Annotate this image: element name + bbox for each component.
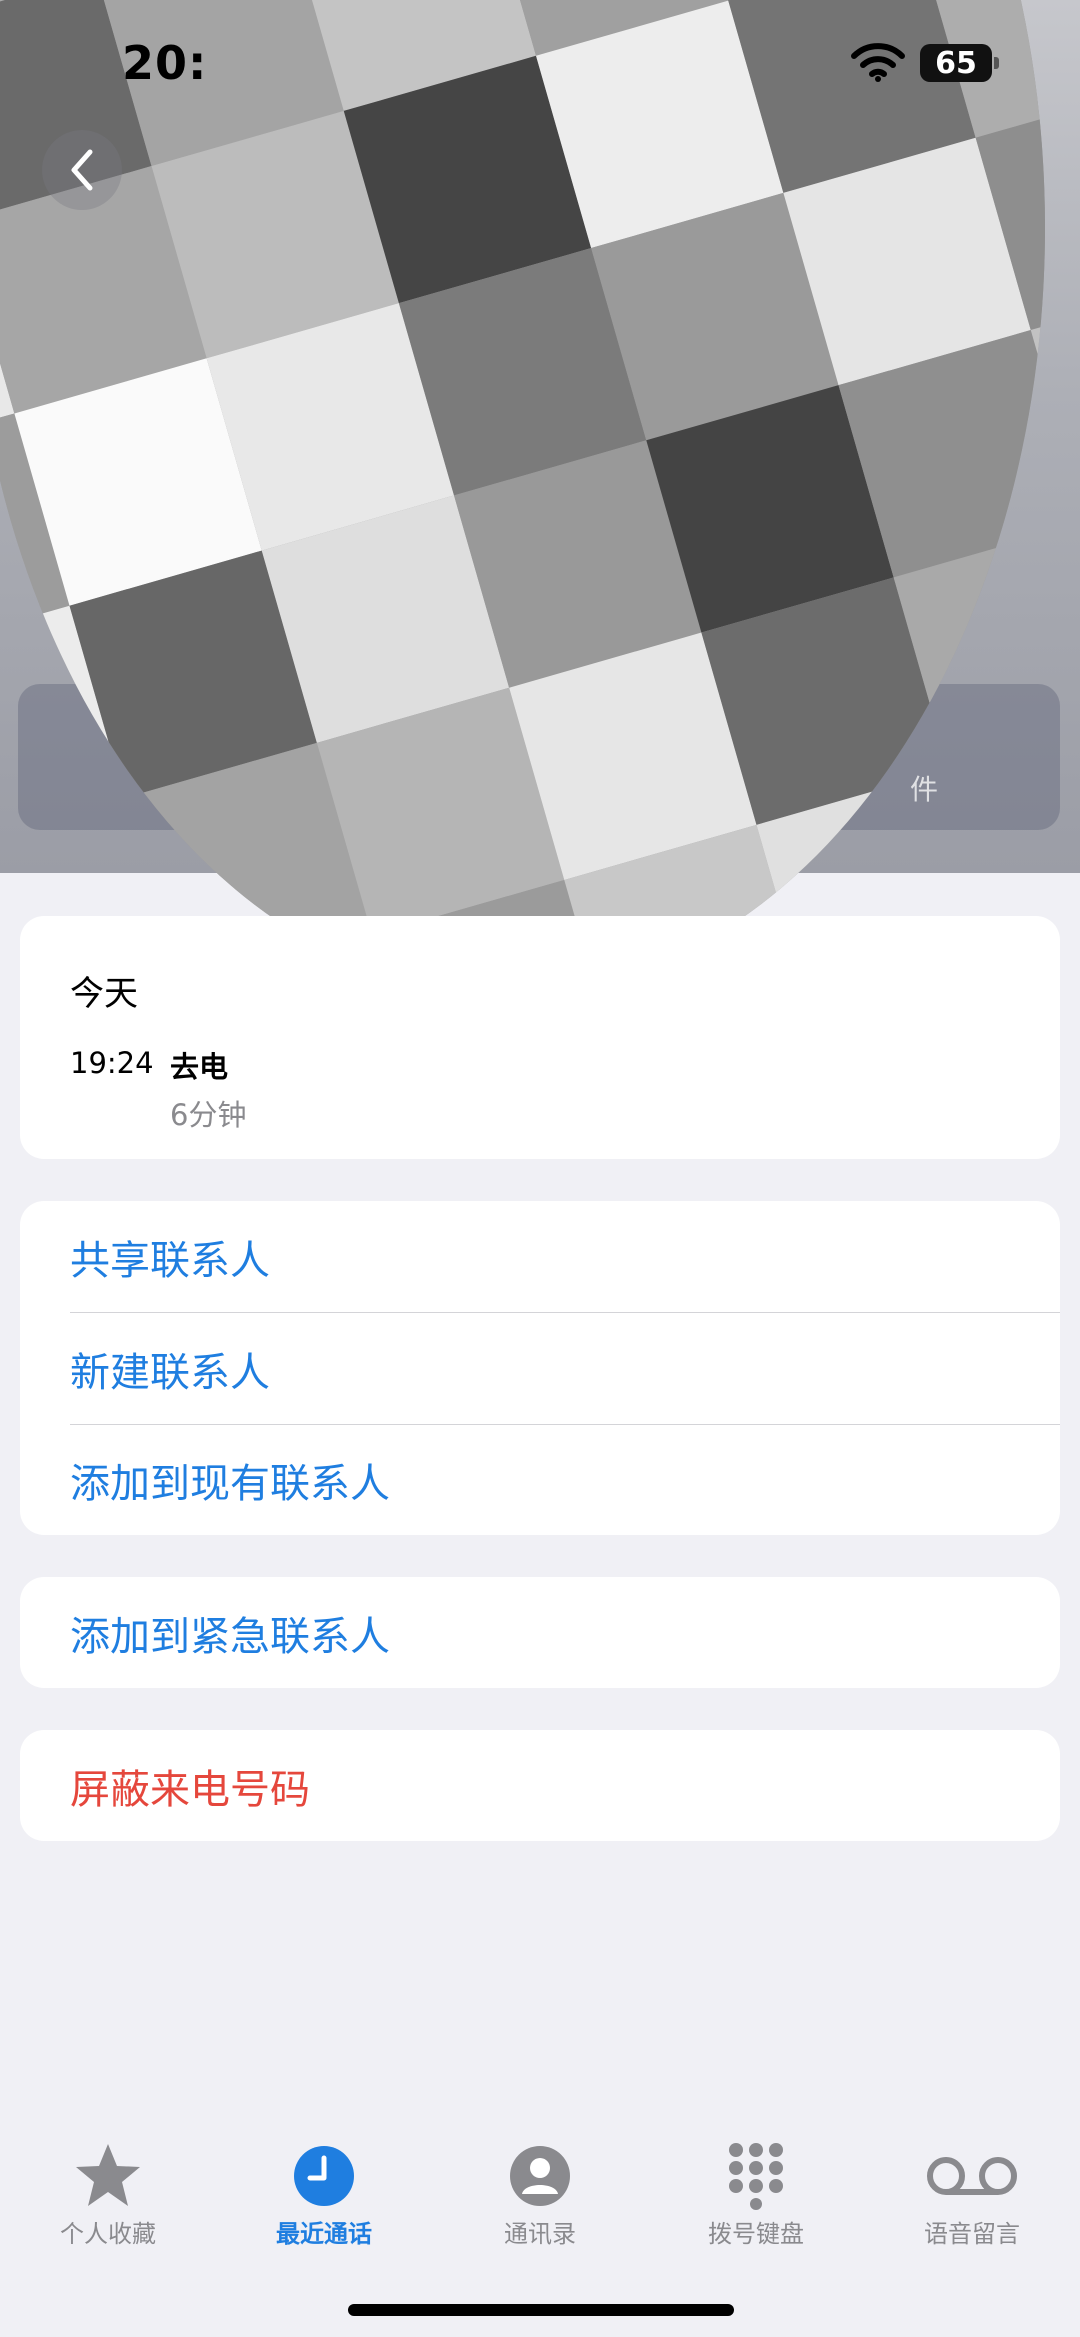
block-card: 屏蔽来电号码 — [20, 1730, 1060, 1841]
tab-label: 拨号键盘 — [708, 2220, 804, 2248]
block-caller-button[interactable]: 屏蔽来电号码 — [20, 1730, 1060, 1841]
tab-voicemail[interactable]: 语音留言 — [864, 2110, 1080, 2250]
home-indicator[interactable] — [348, 2304, 734, 2316]
add-to-existing-contact-button[interactable]: 添加到现有联系人 — [20, 1424, 1060, 1535]
tab-keypad[interactable]: 拨号键盘 — [648, 2110, 864, 2250]
battery-tip — [994, 57, 999, 69]
tab-contacts[interactable]: 通讯录 — [432, 2110, 648, 2250]
new-contact-button[interactable]: 新建联系人 — [20, 1313, 1060, 1424]
tab-label: 语音留言 — [924, 2220, 1020, 2248]
voicemail-icon — [927, 2157, 1017, 2195]
star-icon — [76, 2144, 140, 2206]
tab-bar: 个人收藏 最近通话 通讯录 拨号键盘 语音留言 — [0, 2110, 1080, 2250]
share-contact-button[interactable]: 共享联系人 — [20, 1201, 1060, 1312]
recent-calls-card: 今天 19:24 去电 6分钟 — [20, 916, 1060, 1159]
contact-actions-card: 共享联系人 新建联系人 添加到现有联系人 — [20, 1201, 1060, 1535]
call-duration: 6分钟 — [170, 1098, 247, 1132]
recent-day: 今天 — [70, 974, 138, 1014]
tab-label: 最近通话 — [276, 2220, 372, 2248]
battery-icon: 65 — [920, 44, 992, 82]
wifi-icon — [851, 43, 905, 82]
tab-recents[interactable]: 最近通话 — [216, 2110, 432, 2250]
contacts-icon — [510, 2146, 570, 2206]
quick-action-label: 件 — [910, 773, 939, 806]
back-button[interactable] — [42, 130, 122, 210]
call-time: 19:24 — [70, 1046, 154, 1080]
battery-level: 65 — [935, 45, 977, 81]
emergency-card: 添加到紧急联系人 — [20, 1577, 1060, 1688]
tab-label: 个人收藏 — [60, 2220, 156, 2248]
tab-label: 通讯录 — [504, 2220, 576, 2248]
clock-icon — [294, 2146, 354, 2206]
keypad-icon — [729, 2143, 783, 2210]
tab-favorites[interactable]: 个人收藏 — [0, 2110, 216, 2250]
call-type: 去电 — [170, 1050, 229, 1084]
status-time: 20: — [122, 36, 208, 90]
add-to-emergency-contacts-button[interactable]: 添加到紧急联系人 — [20, 1577, 1060, 1688]
chevron-left-icon — [71, 149, 93, 191]
